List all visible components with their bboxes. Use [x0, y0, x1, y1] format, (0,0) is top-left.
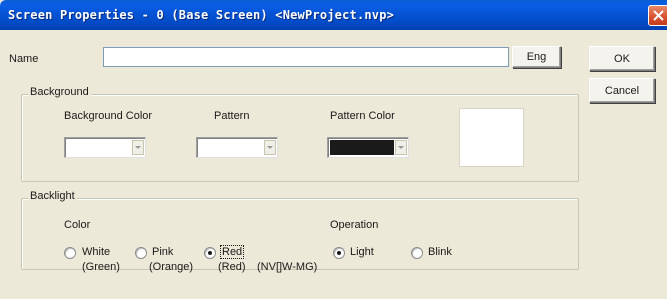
name-input[interactable]: [103, 47, 509, 67]
pattern-dropdown-button[interactable]: [264, 140, 276, 155]
title-bar[interactable]: Screen Properties - 0 (Base Screen) <New…: [0, 0, 667, 30]
backlight-operation-blink-option[interactable]: Blink: [411, 246, 481, 262]
screen-properties-dialog: Screen Properties - 0 (Base Screen) <New…: [0, 0, 667, 299]
backlight-color-label: Color: [64, 219, 91, 231]
window-title: Screen Properties - 0 (Base Screen) <New…: [8, 8, 395, 22]
backlight-color-pink-option[interactable]: Pink (Orange): [135, 246, 205, 276]
cancel-button[interactable]: Cancel: [589, 78, 655, 103]
radio-dot: [208, 251, 212, 255]
pattern-select[interactable]: [196, 137, 278, 158]
radio-white[interactable]: [64, 247, 76, 259]
radio-dot: [337, 251, 341, 255]
pattern-swatch: [199, 140, 263, 155]
radio-pink[interactable]: [135, 247, 147, 259]
white-label: White: [82, 246, 111, 258]
backlight-color-red-option[interactable]: Red (Red) (NV[]W-MG): [204, 245, 324, 276]
red-sub-label: (Red): [218, 261, 246, 273]
radio-blink[interactable]: [411, 247, 423, 259]
close-icon: [653, 10, 664, 21]
background-color-label: Background Color: [64, 110, 153, 122]
eng-button[interactable]: Eng: [512, 46, 561, 68]
white-sub-label: (Green): [82, 261, 120, 273]
pink-sub-label: (Orange): [149, 261, 194, 273]
background-group-title: Background: [28, 86, 91, 98]
pattern-color-dropdown-button[interactable]: [395, 140, 407, 155]
pattern-color-label: Pattern Color: [330, 110, 395, 122]
radio-red[interactable]: [204, 247, 216, 259]
chevron-down-icon: [135, 145, 141, 149]
backlight-operation-light-option[interactable]: Light: [333, 246, 403, 262]
ok-button[interactable]: OK: [589, 46, 655, 71]
background-color-select[interactable]: [64, 137, 146, 158]
pattern-color-select[interactable]: [327, 137, 409, 158]
name-label: Name: [9, 53, 39, 65]
cancel-button-label: Cancel: [604, 84, 640, 97]
close-button[interactable]: [648, 5, 667, 26]
backlight-operation-label: Operation: [330, 219, 379, 231]
background-color-swatch: [67, 140, 131, 155]
chevron-down-icon: [398, 145, 404, 149]
eng-button-label: Eng: [526, 51, 547, 63]
red-label: Red: [219, 245, 245, 259]
light-label: Light: [350, 246, 374, 258]
model-note: (NV[]W-MG): [257, 261, 318, 273]
ok-button-label: OK: [614, 52, 630, 65]
backlight-group-title: Backlight: [28, 190, 77, 202]
background-preview: [459, 108, 524, 167]
chevron-down-icon: [267, 145, 273, 149]
radio-light[interactable]: [333, 247, 345, 259]
pattern-label: Pattern: [214, 110, 250, 122]
background-color-dropdown-button[interactable]: [132, 140, 144, 155]
blink-label: Blink: [428, 246, 452, 258]
backlight-color-white-option[interactable]: White (Green): [64, 246, 134, 276]
pattern-color-swatch: [330, 140, 394, 155]
pink-label: Pink: [152, 246, 174, 258]
